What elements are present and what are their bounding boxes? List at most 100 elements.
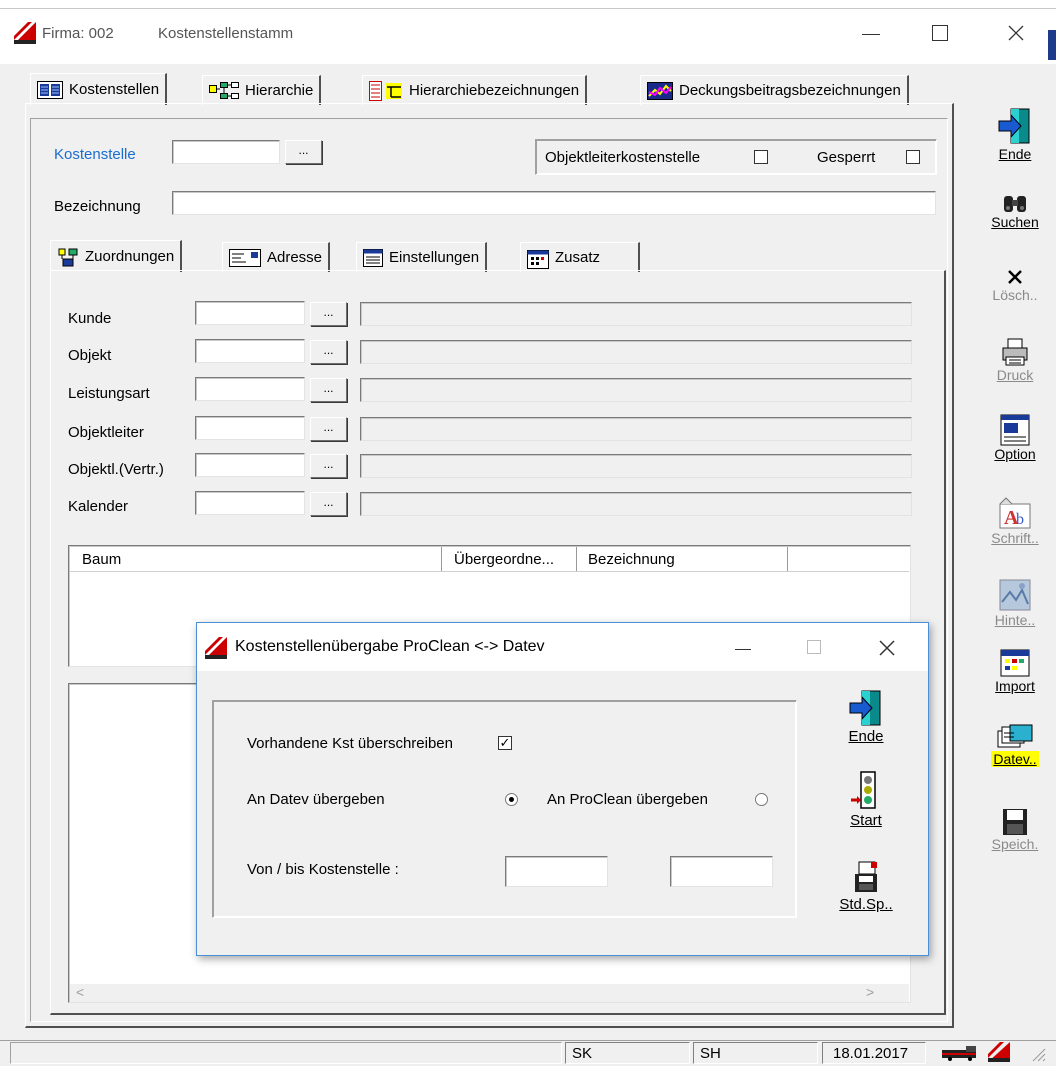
vehicle-icon xyxy=(942,1046,976,1061)
objekt-input[interactable] xyxy=(195,339,305,363)
kunde-label: Kunde xyxy=(68,310,112,327)
resize-grip-icon[interactable] xyxy=(1030,1046,1046,1062)
range-from-input[interactable] xyxy=(505,856,608,887)
list-icon xyxy=(37,80,63,99)
window-title-app: Kostenstellenstamm xyxy=(158,25,294,42)
save-disk-icon xyxy=(1003,809,1027,835)
font-icon: A b xyxy=(999,497,1031,529)
overwrite-checkbox[interactable]: ✓ xyxy=(498,736,512,750)
chart-icon xyxy=(647,81,673,100)
leistungsart-label: Leistungsart xyxy=(68,385,150,402)
options-window-icon xyxy=(1000,414,1030,446)
hierarchy-labels-icon xyxy=(369,80,402,101)
toolbar-import-button[interactable]: Import xyxy=(975,646,1055,694)
toolbar-schrift-button[interactable]: A b Schrift.. xyxy=(975,496,1055,546)
objektleiter-vertr-label: Objektl.(Vertr.) xyxy=(68,461,164,478)
objekt-label: Objekt xyxy=(68,347,112,364)
extras-icon xyxy=(527,249,549,269)
to-datev-label: An Datev übergeben xyxy=(247,791,385,808)
close-icon[interactable] xyxy=(1008,25,1024,41)
kalender-input[interactable] xyxy=(195,491,305,515)
objektleiter-label: Objektleiter xyxy=(68,424,144,441)
status-logo-icon xyxy=(988,1042,1010,1062)
kalender-label: Kalender xyxy=(68,498,129,515)
column-header-uebergeordnet[interactable]: Übergeordne... xyxy=(454,551,554,568)
tab-deckungsbeitragsbezeichnungen[interactable]: Deckungsbeitragsbezeichnungen xyxy=(640,75,909,105)
settings-window-icon xyxy=(363,248,383,267)
calendar-import-icon xyxy=(1000,649,1030,677)
toolbar-datev-button[interactable]: Datev.. xyxy=(975,723,1055,767)
leistungsart-browse-button[interactable]: ... xyxy=(310,378,347,402)
minimize-button[interactable] xyxy=(862,34,880,35)
hierarchy-icon xyxy=(209,81,239,99)
printer-icon xyxy=(1002,338,1028,366)
horizontal-scrollbar[interactable]: < > xyxy=(70,984,909,1002)
objektleiter-browse-button[interactable]: ... xyxy=(310,417,347,441)
status-cell-1: SK xyxy=(572,1045,593,1062)
gesperrt-checkbox[interactable] xyxy=(906,150,920,164)
objektleiter-input[interactable] xyxy=(195,416,305,440)
exit-door-icon xyxy=(998,108,1030,144)
dialog-ende-button[interactable]: Ende xyxy=(828,688,904,745)
tab-label: Hierarchie xyxy=(245,82,314,99)
scroll-left-icon[interactable]: < xyxy=(76,984,84,1000)
objektleiter-kst-label: Objektleiterkostenstelle xyxy=(545,149,701,166)
datev-transfer-icon xyxy=(997,724,1033,748)
kunde-description xyxy=(360,302,912,326)
tab-kostenstellen[interactable]: Kostenstellen xyxy=(30,73,168,105)
kostenstelle-browse-button[interactable]: ... xyxy=(285,140,322,164)
dialog-start-button[interactable]: Start xyxy=(828,770,904,829)
dialog-stdsp-button[interactable]: Std.Sp.. xyxy=(828,860,904,913)
bezeichnung-label: Bezeichnung xyxy=(54,198,141,215)
toolbar-speich-button[interactable]: Speich. xyxy=(975,808,1055,852)
overwrite-label: Vorhandene Kst überschreiben xyxy=(247,735,453,752)
column-header-bezeichnung[interactable]: Bezeichnung xyxy=(588,551,675,568)
kalender-browse-button[interactable]: ... xyxy=(310,492,347,516)
kostenstelle-label: Kostenstelle xyxy=(54,146,136,163)
background-image-icon xyxy=(999,579,1031,611)
toolbar-option-button[interactable]: Option xyxy=(975,414,1055,462)
status-cell-2: SH xyxy=(700,1045,721,1062)
scroll-right-icon[interactable]: > xyxy=(866,984,874,1000)
tab-adresse[interactable]: Adresse xyxy=(222,242,331,272)
objekt-browse-button[interactable]: ... xyxy=(310,340,347,364)
to-proclean-radio[interactable] xyxy=(755,793,768,806)
maximize-button[interactable] xyxy=(932,25,948,41)
save-settings-icon xyxy=(855,861,877,892)
delete-x-icon xyxy=(1008,270,1022,284)
toolbar-loesch-button[interactable]: Lösch.. xyxy=(975,267,1055,303)
toolbar-ende-button[interactable]: Ende xyxy=(975,106,1055,162)
objektleiter-kst-checkbox[interactable] xyxy=(754,150,768,164)
kalender-description xyxy=(360,492,912,516)
tab-hierarchie[interactable]: Hierarchie xyxy=(202,75,322,105)
kostenstelle-input[interactable] xyxy=(172,140,280,164)
dialog-title: Kostenstellenübergabe ProClean <-> Datev xyxy=(235,638,545,655)
to-proclean-label: An ProClean übergeben xyxy=(547,791,708,808)
tab-zuordnungen[interactable]: Zuordnungen xyxy=(50,240,183,272)
objektleiter-vertr-browse-button[interactable]: ... xyxy=(310,454,347,478)
kunde-input[interactable] xyxy=(195,301,305,325)
tab-label: Einstellungen xyxy=(389,249,480,266)
bezeichnung-input[interactable] xyxy=(172,191,936,215)
dialog-minimize-button[interactable] xyxy=(735,649,751,650)
toolbar-druck-button[interactable]: Druck xyxy=(975,337,1055,383)
objektleiter-description xyxy=(360,417,912,441)
kunde-browse-button[interactable]: ... xyxy=(310,302,347,326)
objektleiter-vertr-input[interactable] xyxy=(195,453,305,477)
tab-label: Deckungsbeitragsbezeichnungen xyxy=(679,82,901,99)
tab-einstellungen[interactable]: Einstellungen xyxy=(356,242,488,272)
tab-zusatz[interactable]: Zusatz xyxy=(520,242,640,272)
range-to-input[interactable] xyxy=(670,856,773,887)
leistungsart-input[interactable] xyxy=(195,377,305,401)
tab-label: Zuordnungen xyxy=(85,248,175,265)
column-header-baum[interactable]: Baum xyxy=(82,551,121,568)
tab-label: Zusatz xyxy=(555,249,601,266)
toolbar-hinte-button[interactable]: Hinte.. xyxy=(975,578,1055,628)
dialog-close-icon[interactable] xyxy=(879,640,895,656)
range-label: Von / bis Kostenstelle : xyxy=(247,861,399,878)
leistungsart-description xyxy=(360,378,912,402)
svg-text:b: b xyxy=(1016,511,1024,528)
tab-hierarchiebezeichnungen[interactable]: Hierarchiebezeichnungen xyxy=(362,75,588,105)
toolbar-suchen-button[interactable]: Suchen xyxy=(975,192,1055,230)
to-datev-radio[interactable] xyxy=(505,793,518,806)
